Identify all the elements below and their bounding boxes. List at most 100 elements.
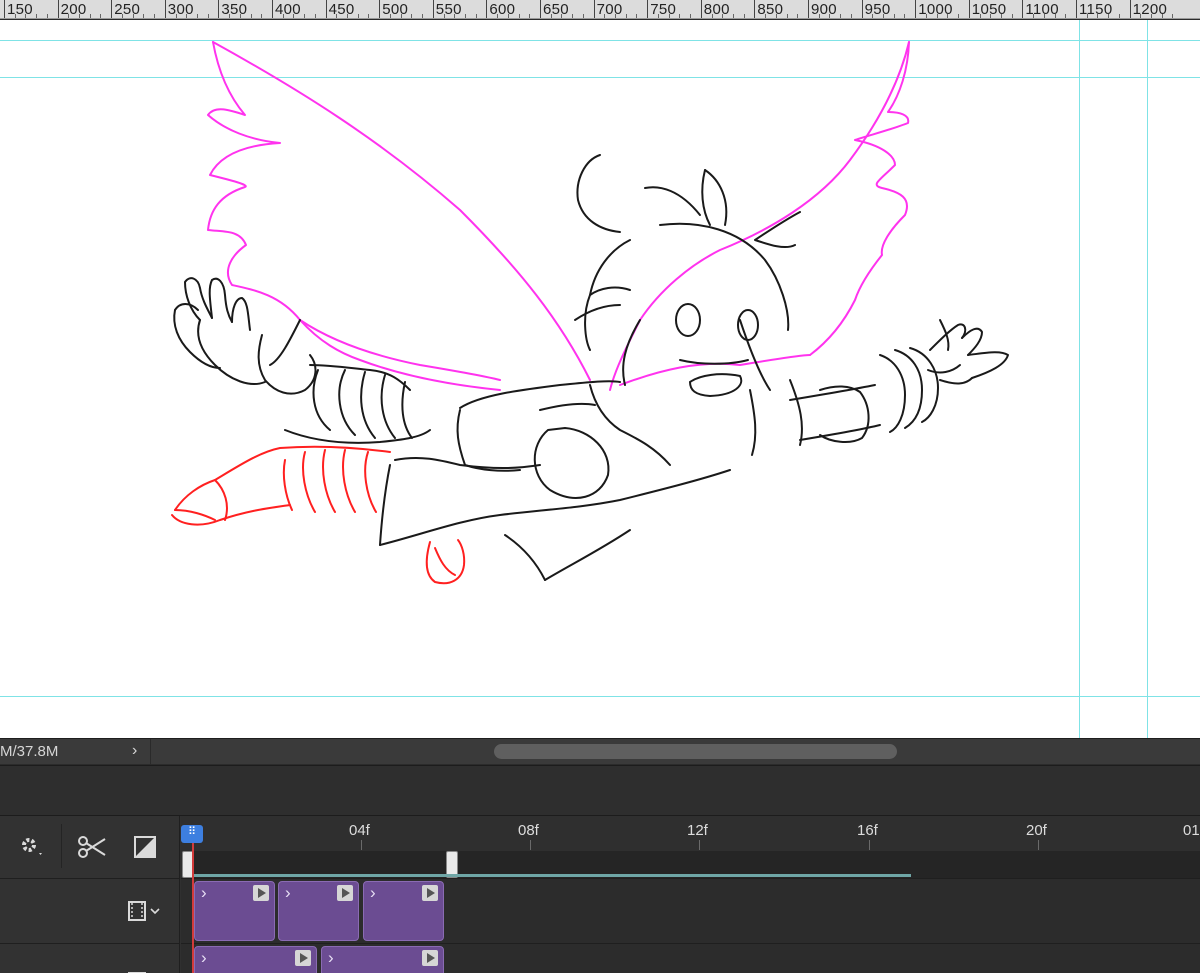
- ruler-minor-tick: [936, 14, 938, 18]
- ruler-minor-tick: [990, 14, 992, 18]
- horizontal-ruler: 150 200 250 300 350 400 450 500 550 600 650 700 750 8…: [0, 0, 1200, 19]
- legs-sketch: [171, 445, 466, 585]
- ruler-minor-tick: [722, 14, 724, 18]
- ruler-minor-tick: [829, 14, 831, 18]
- ruler-minor-tick: [121, 14, 123, 18]
- document-canvas[interactable]: [0, 20, 1200, 738]
- scissors-icon[interactable]: [78, 836, 106, 864]
- play-icon[interactable]: [337, 885, 353, 901]
- ruler-minor-tick: [229, 14, 231, 18]
- gear-icon[interactable]: [18, 834, 44, 866]
- ruler-minor-tick: [979, 14, 981, 18]
- ruler-minor-tick: [797, 14, 799, 18]
- ruler-tick: [1076, 0, 1077, 18]
- ruler-minor-tick: [36, 14, 38, 18]
- ruler-tick: [540, 0, 541, 18]
- ruler-minor-tick: [604, 14, 606, 18]
- ruler-minor-tick: [443, 14, 445, 18]
- frame-label: 04f: [349, 822, 370, 839]
- ruler-tick: [915, 0, 917, 18]
- ruler-minor-tick: [250, 14, 252, 18]
- ruler-minor-tick: [25, 14, 27, 18]
- ruler-label: 950: [864, 1, 891, 18]
- play-icon[interactable]: [295, 950, 311, 966]
- chevron-right-icon[interactable]: ›: [285, 883, 291, 903]
- ruler-minor-tick: [89, 14, 91, 18]
- ruler-tick: [486, 0, 488, 18]
- timeline-panel: 04f 08f 12f 16f 20f 01 ⠿ › › › › ›: [0, 815, 1200, 973]
- play-icon[interactable]: [253, 885, 269, 901]
- ruler-minor-tick: [1172, 14, 1174, 18]
- film-icon[interactable]: [128, 901, 164, 926]
- ruler-tick: [700, 0, 702, 18]
- ruler-minor-tick: [883, 14, 884, 18]
- ruler-minor-tick: [840, 14, 842, 18]
- ruler-minor-tick: [497, 14, 499, 18]
- playhead-handle[interactable]: ⠿: [181, 825, 203, 843]
- ruler-label: 900: [811, 1, 837, 18]
- ruler-minor-tick: [1033, 14, 1035, 18]
- divider: [150, 739, 151, 765]
- ruler-minor-tick: [143, 14, 145, 18]
- ruler-label: 350: [221, 1, 248, 18]
- ruler-tick: [432, 0, 434, 18]
- frame-tick: [530, 840, 531, 850]
- ruler-label: 650: [543, 1, 569, 18]
- ruler-minor-tick: [357, 14, 359, 18]
- timeline-track-headers: [0, 816, 180, 973]
- frame-clip[interactable]: ›: [278, 881, 359, 941]
- ruler-minor-tick: [422, 14, 423, 18]
- ruler-tick: [379, 0, 381, 18]
- ruler-tick: [754, 0, 756, 18]
- ruler-tick: [272, 0, 273, 18]
- ruler-minor-tick: [636, 14, 638, 18]
- frame-label: 20f: [1026, 822, 1047, 839]
- ruler-minor-tick: [239, 14, 241, 18]
- video-track-header[interactable]: [0, 878, 180, 943]
- ruler-minor-tick: [765, 14, 767, 18]
- ruler-label: 500: [382, 1, 409, 18]
- ruler-minor-tick: [818, 14, 820, 18]
- ruler-minor-tick: [625, 14, 627, 18]
- ruler-minor-tick: [550, 14, 552, 18]
- ruler-minor-tick: [282, 14, 284, 18]
- frame-clip[interactable]: ›: [194, 946, 317, 973]
- chevron-right-icon[interactable]: ›: [201, 883, 207, 903]
- ruler-minor-tick: [196, 14, 198, 18]
- frame-label: 08f: [518, 822, 539, 839]
- ruler-minor-tick: [314, 14, 316, 18]
- video-track[interactable]: › ›: [181, 943, 1200, 973]
- chevron-right-icon[interactable]: ›: [370, 883, 376, 903]
- horizontal-scrollbar[interactable]: [494, 744, 897, 759]
- film-icon[interactable]: [128, 966, 148, 973]
- ruler-minor-tick: [958, 14, 959, 18]
- frame-clip[interactable]: ›: [363, 881, 444, 941]
- wings-sketch: [207, 41, 910, 391]
- ruler-tick: [164, 0, 166, 18]
- ruler-tick: [593, 0, 595, 18]
- frame-label: 16f: [857, 822, 878, 839]
- ruler-minor-tick: [1000, 14, 1002, 18]
- ruler-minor-tick: [464, 14, 466, 18]
- ruler-minor-tick: [507, 14, 509, 18]
- transition-icon[interactable]: [134, 836, 156, 864]
- video-track-header[interactable]: [0, 943, 180, 973]
- frame-clip[interactable]: ›: [194, 881, 275, 941]
- frame-ruler[interactable]: 04f 08f 12f 16f 20f 01: [181, 816, 1200, 851]
- ruler-minor-tick: [46, 14, 48, 18]
- ruler-minor-tick: [1065, 14, 1067, 18]
- frame-clip[interactable]: ›: [321, 946, 444, 973]
- ruler-minor-tick: [1086, 14, 1088, 18]
- ruler-minor-tick: [1043, 14, 1045, 18]
- play-icon[interactable]: [422, 950, 438, 966]
- ruler-tick: [325, 0, 327, 18]
- chevron-right-icon[interactable]: ›: [328, 948, 334, 968]
- ruler-minor-tick: [711, 14, 713, 18]
- ruler-tick: [647, 0, 649, 18]
- frame-tick: [361, 840, 362, 850]
- ruler-minor-tick: [582, 14, 584, 18]
- video-track[interactable]: › › ›: [181, 878, 1200, 943]
- chevron-right-icon[interactable]: ›: [201, 948, 207, 968]
- play-icon[interactable]: [422, 885, 438, 901]
- status-menu-arrow[interactable]: ›: [132, 742, 137, 760]
